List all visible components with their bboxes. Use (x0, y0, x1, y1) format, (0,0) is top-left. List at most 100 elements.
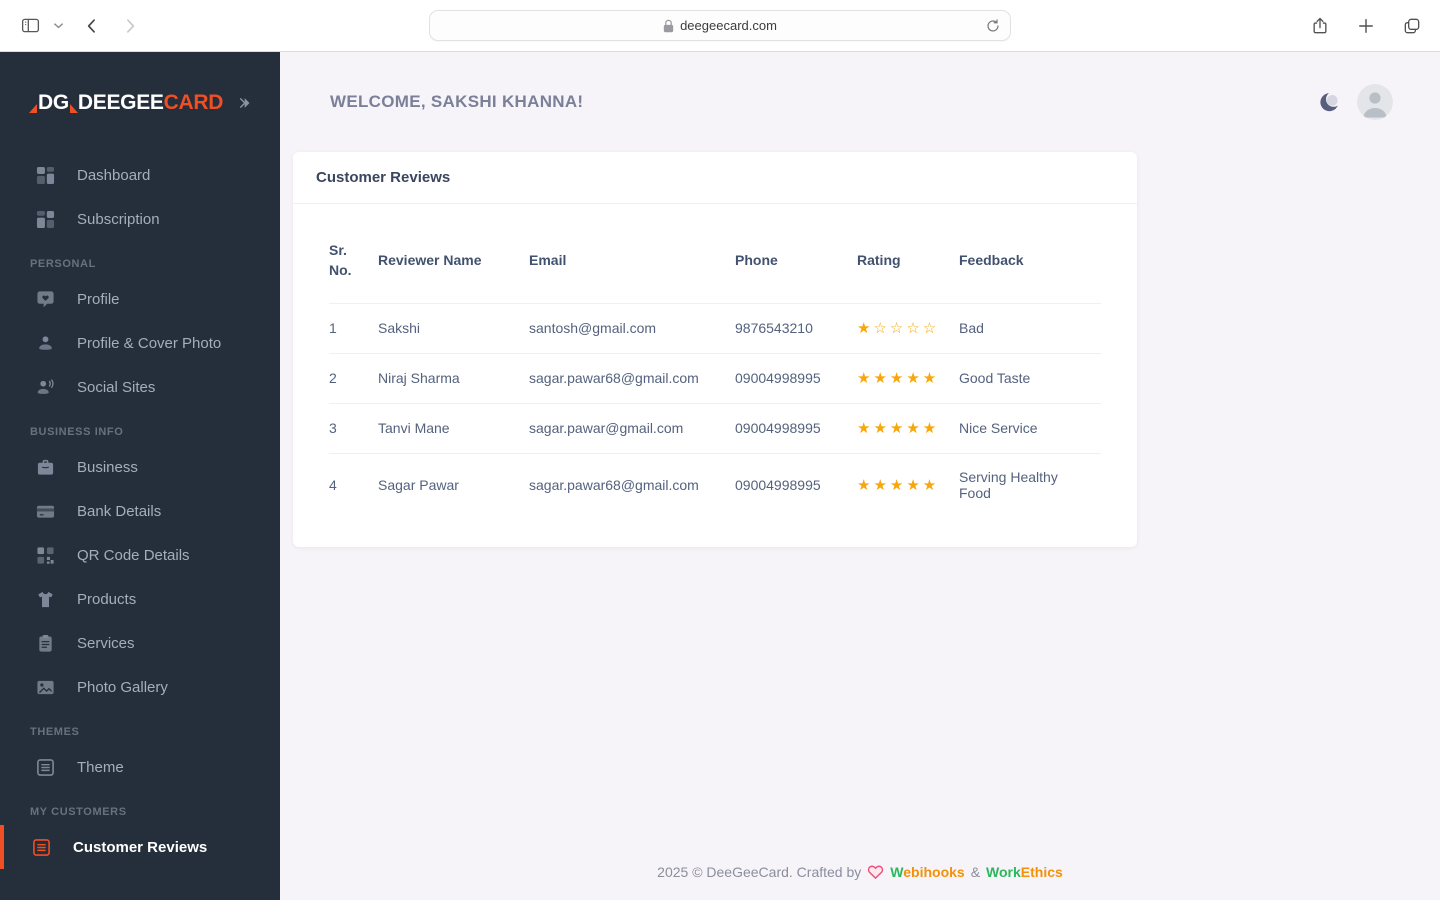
sidebar-item-dashboard[interactable]: Dashboard (0, 153, 280, 197)
star-rating-icon: ★☆☆☆☆ (857, 319, 940, 337)
list-box-icon (34, 758, 56, 777)
cell-phone: 9876543210 (735, 302, 857, 354)
cell-sr-no: 3 (329, 402, 378, 454)
sidebar-item-label: Profile & Cover Photo (77, 334, 222, 352)
browser-toolbar: deegeecard.com (0, 0, 1440, 52)
cell-feedback: Bad (959, 302, 1101, 354)
address-bar-url: deegeecard.com (680, 18, 777, 33)
browser-sidebar-chevron-down-icon[interactable] (53, 22, 64, 30)
cell-sr-no: 2 (329, 352, 378, 404)
sidebar-collapse-icon[interactable] (234, 93, 254, 113)
sidebar-item-profile-cover-photo[interactable]: Profile & Cover Photo (0, 321, 280, 365)
sidebar-item-products[interactable]: Products (0, 577, 280, 621)
column-header-sr-no: Sr. No. (329, 242, 352, 279)
person-icon (34, 334, 56, 353)
sidebar-item-label: Customer Reviews (73, 838, 208, 856)
sidebar-item-profile[interactable]: Profile (0, 277, 280, 321)
footer-brand-workethics[interactable]: WorkEthics (986, 864, 1063, 880)
sidebar-item-label: Products (77, 590, 137, 608)
sidebar-item-customer-reviews[interactable]: Customer Reviews (0, 825, 280, 869)
cell-email: sagar.pawar68@gmail.com (529, 452, 735, 517)
new-tab-icon[interactable] (1356, 16, 1376, 36)
person-voice-icon (34, 378, 56, 397)
sidebar-item-label: QR Code Details (77, 546, 190, 564)
sidebar-item-theme[interactable]: Theme (0, 745, 280, 789)
qr-code-icon (34, 546, 56, 565)
sidebar-item-business[interactable]: Business (0, 445, 280, 489)
cell-reviewer-name: Niraj Sharma (378, 352, 529, 404)
user-avatar[interactable] (1357, 84, 1393, 120)
app-logo[interactable]: DG DEEGEE CARD (29, 91, 224, 115)
address-bar[interactable]: deegeecard.com (429, 10, 1011, 41)
sidebar-item-bank-details[interactable]: Bank Details (0, 489, 280, 533)
cell-phone: 09004998995 (735, 402, 857, 454)
browser-sidebar-toggle-icon[interactable] (20, 15, 41, 36)
reload-icon[interactable] (985, 18, 1001, 37)
tshirt-icon (34, 590, 56, 609)
list-box-icon (30, 838, 52, 857)
sidebar-item-label: Theme (77, 758, 124, 776)
column-header-phone: Phone (735, 252, 778, 269)
column-header-rating: Rating (857, 252, 901, 269)
footer-separator: & (970, 864, 981, 880)
sidebar-item-photo-gallery[interactable]: Photo Gallery (0, 665, 280, 709)
photo-gallery-icon (34, 678, 56, 697)
column-header-email: Email (529, 252, 567, 269)
browser-forward-icon[interactable] (120, 16, 140, 36)
table-row: 3 Tanvi Mane sagar.pawar@gmail.com 09004998… (329, 402, 1101, 454)
main-content: WELCOME, SAKSHI KHANNA! Customer Reviews… (280, 52, 1440, 900)
cell-sr-no: 4 (329, 452, 378, 517)
customer-reviews-card: Customer Reviews Sr. No. Reviewer Name Ema… (293, 152, 1137, 547)
credit-card-icon (34, 502, 56, 521)
chat-heart-icon (34, 290, 56, 309)
cell-reviewer-name: Sakshi (378, 302, 529, 354)
footer: 2025 © DeeGeeCard. Crafted by Webihooks … (280, 864, 1440, 900)
sidebar-section-my-customers: MY CUSTOMERS (30, 806, 127, 818)
tab-overview-icon[interactable] (1402, 16, 1422, 36)
sidebar-section-themes: THEMES (30, 726, 80, 738)
briefcase-icon (34, 458, 56, 477)
sidebar-section-personal: PERSONAL (30, 258, 96, 270)
cell-feedback: Nice Service (959, 402, 1101, 454)
heart-icon (867, 864, 884, 880)
table-row: 2 Niraj Sharma sagar.pawar68@gmail.com 0900… (329, 352, 1101, 404)
star-rating-icon: ★★★★★ (857, 476, 940, 494)
reviews-table: Sr. No. Reviewer Name Email Phone Rating Feed… (329, 204, 1101, 517)
share-icon[interactable] (1310, 16, 1330, 36)
page-header: WELCOME, SAKSHI KHANNA! (280, 52, 1440, 152)
clipboard-icon (34, 634, 56, 653)
dashboard-grid-icon (34, 166, 56, 185)
cell-rating: ★★★★★ (857, 452, 959, 517)
sidebar-menu: Dashboard Subscription PERSONAL Profile Prof… (0, 153, 280, 869)
welcome-title: WELCOME, SAKSHI KHANNA! (330, 92, 584, 111)
logo-name-accent: CARD (163, 91, 224, 114)
sidebar-item-qr-code-details[interactable]: QR Code Details (0, 533, 280, 577)
table-row: 1 Sakshi santosh@gmail.com 9876543210 ★☆☆☆☆ B… (329, 302, 1101, 354)
logo-mark: DG (29, 91, 78, 115)
dark-mode-moon-icon[interactable] (1318, 90, 1342, 114)
sidebar-item-social-sites[interactable]: Social Sites (0, 365, 280, 409)
subscription-grid-icon (34, 210, 56, 229)
sidebar-item-label: Bank Details (77, 502, 162, 520)
table-body: 1 Sakshi santosh@gmail.com 9876543210 ★☆☆☆☆ B… (329, 302, 1101, 517)
sidebar-item-subscription[interactable]: Subscription (0, 197, 280, 241)
browser-back-icon[interactable] (82, 16, 102, 36)
sidebar-item-label: Photo Gallery (77, 678, 168, 696)
cell-email: santosh@gmail.com (529, 302, 735, 354)
sidebar-item-label: Social Sites (77, 378, 156, 396)
cell-rating: ★★★★★ (857, 402, 959, 454)
sidebar: DG DEEGEE CARD Dashboard Subscription PERSO… (0, 52, 280, 900)
logo-name-primary: DEEGEE (77, 91, 164, 114)
footer-brand-webihooks[interactable]: Webihooks (890, 864, 964, 880)
sidebar-item-label: Subscription (77, 210, 160, 228)
cell-rating: ★★★★★ (857, 352, 959, 404)
sidebar-item-services[interactable]: Services (0, 621, 280, 665)
star-rating-icon: ★★★★★ (857, 369, 940, 387)
sidebar-item-label: Dashboard (77, 166, 151, 184)
sidebar-item-label: Business (77, 458, 138, 476)
star-rating-icon: ★★★★★ (857, 419, 940, 437)
cell-sr-no: 1 (329, 302, 378, 354)
cell-email: sagar.pawar@gmail.com (529, 402, 735, 454)
cell-rating: ★☆☆☆☆ (857, 302, 959, 354)
footer-copyright: 2025 © DeeGeeCard. Crafted by (657, 864, 862, 880)
